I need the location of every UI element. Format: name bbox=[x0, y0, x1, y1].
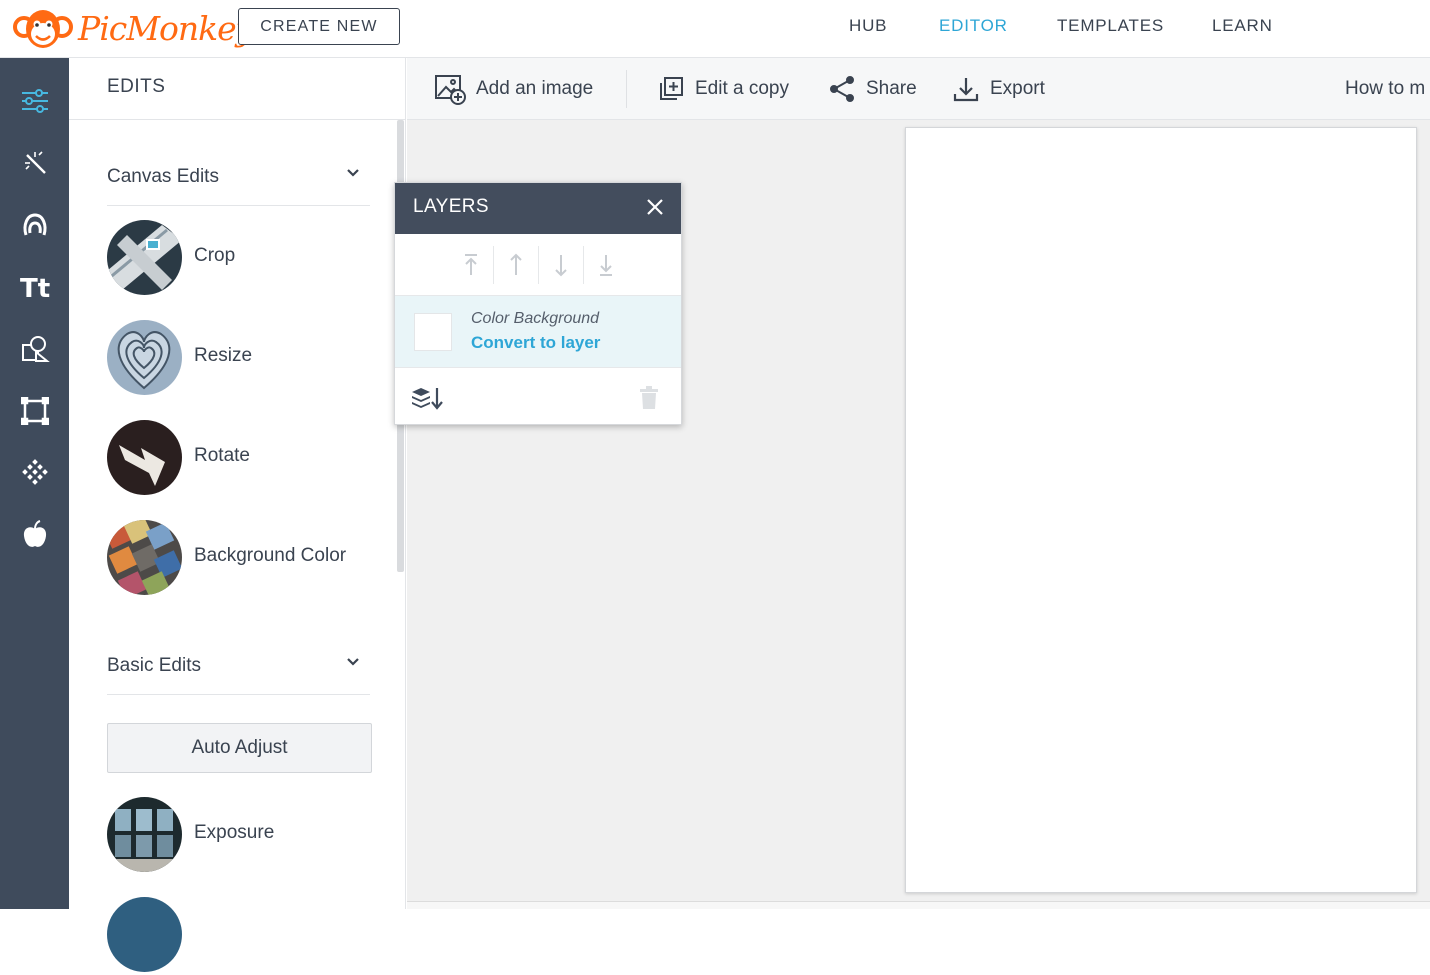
rotate-thumbnail bbox=[107, 420, 182, 495]
toolbar-divider bbox=[626, 70, 627, 108]
share-button[interactable]: Share bbox=[828, 58, 917, 120]
tool-background-color[interactable]: Background Color bbox=[107, 520, 367, 598]
layer-color-swatch bbox=[414, 313, 452, 351]
edit-copy-button[interactable]: Edit a copy bbox=[657, 58, 789, 120]
duplicate-icon bbox=[660, 77, 683, 100]
layers-header[interactable]: LAYERS bbox=[395, 183, 681, 234]
add-image-label: Add an image bbox=[476, 78, 594, 99]
convert-to-layer-link[interactable]: Convert to layer bbox=[471, 333, 600, 353]
layers-title: LAYERS bbox=[413, 196, 489, 217]
exposure-thumbnail bbox=[107, 797, 182, 872]
layer-stack-sort-icon[interactable] bbox=[411, 386, 443, 410]
create-new-button[interactable]: CREATE NEW bbox=[238, 8, 400, 45]
send-to-back-button[interactable] bbox=[591, 250, 621, 280]
section-title: Canvas Edits bbox=[107, 166, 219, 187]
crop-thumbnail bbox=[107, 220, 182, 295]
arrow-to-bottom-icon bbox=[600, 255, 612, 276]
layers-panel: LAYERS Color Background Convert to layer bbox=[394, 182, 682, 425]
chevron-down-icon bbox=[347, 658, 359, 666]
auto-adjust-button[interactable]: Auto Adjust bbox=[107, 723, 372, 773]
sliders-icon bbox=[21, 89, 48, 113]
divider bbox=[583, 246, 584, 284]
svg-text:Tt: Tt bbox=[20, 274, 50, 301]
arrow-to-top-icon bbox=[465, 254, 477, 275]
rail-touch-up[interactable] bbox=[0, 194, 69, 256]
export-label: Export bbox=[990, 78, 1045, 99]
bring-to-front-button[interactable] bbox=[456, 250, 486, 280]
layers-footer bbox=[395, 368, 681, 424]
resize-thumbnail bbox=[107, 320, 182, 395]
rail-themes[interactable] bbox=[0, 504, 69, 566]
close-icon[interactable] bbox=[645, 197, 665, 217]
share-label: Share bbox=[866, 78, 917, 99]
how-to-link[interactable]: How to m bbox=[1345, 58, 1425, 120]
rail-edits[interactable] bbox=[0, 70, 69, 132]
section-basic-edits[interactable]: Basic Edits bbox=[107, 635, 370, 695]
share-icon bbox=[830, 76, 854, 102]
rail-frames[interactable] bbox=[0, 380, 69, 442]
trash-icon[interactable] bbox=[639, 386, 659, 410]
export-button[interactable]: Export bbox=[952, 58, 1045, 120]
section-canvas-edits[interactable]: Canvas Edits bbox=[107, 146, 370, 206]
tool-label: Rotate bbox=[194, 445, 250, 466]
shapes-icon bbox=[21, 336, 50, 362]
image-canvas[interactable] bbox=[905, 127, 1417, 893]
layer-name: Color Background bbox=[471, 310, 600, 327]
tool-rotate[interactable]: Rotate bbox=[107, 420, 367, 498]
move-down-button[interactable] bbox=[546, 250, 576, 280]
texture-icon bbox=[21, 459, 48, 485]
top-bar: PicMonkey CREATE NEW HUB EDITOR TEMPLATE… bbox=[0, 0, 1430, 58]
edits-header: EDITS bbox=[69, 58, 406, 120]
edits-title: EDITS bbox=[107, 76, 166, 97]
tool-label: Resize bbox=[194, 345, 253, 366]
logo-wordmark: PicMonkey bbox=[78, 8, 254, 48]
background-color-thumbnail bbox=[107, 520, 182, 595]
face-icon bbox=[23, 213, 46, 236]
move-up-button[interactable] bbox=[501, 250, 531, 280]
tool-resize[interactable]: Resize bbox=[107, 320, 367, 398]
picmonkey-logo[interactable]: PicMonkey bbox=[12, 4, 254, 52]
tool-rail: Tt bbox=[0, 58, 69, 909]
nav-hub[interactable]: HUB bbox=[849, 16, 887, 36]
tool-label: Crop bbox=[194, 245, 236, 266]
layer-item-background[interactable]: Color Background Convert to layer bbox=[395, 296, 681, 368]
frame-icon bbox=[20, 397, 49, 425]
text-icon: Tt bbox=[20, 274, 50, 301]
tool-label: Background Color bbox=[194, 545, 347, 566]
rail-text[interactable]: Tt bbox=[0, 256, 69, 318]
rail-textures[interactable] bbox=[0, 442, 69, 504]
layer-order-controls bbox=[395, 234, 681, 296]
add-image-button[interactable]: Add an image bbox=[434, 58, 593, 120]
editor-toolbar: Add an image Edit a copy Share Export Ho… bbox=[407, 58, 1430, 120]
rail-graphics[interactable] bbox=[0, 318, 69, 380]
chevron-down-icon bbox=[347, 169, 359, 177]
divider bbox=[538, 246, 539, 284]
section-title: Basic Edits bbox=[107, 655, 201, 676]
nav-learn[interactable]: LEARN bbox=[1212, 16, 1273, 36]
download-icon bbox=[953, 78, 979, 102]
add-image-icon bbox=[435, 75, 466, 105]
tool-exposure[interactable]: Exposure bbox=[107, 797, 367, 875]
magic-wand-icon bbox=[24, 151, 46, 174]
apple-icon bbox=[23, 520, 46, 547]
rail-effects[interactable] bbox=[0, 132, 69, 194]
monkey-logo-icon bbox=[13, 10, 73, 48]
edits-panel: EDITS Canvas Edits Crop Resize Rotate Ba… bbox=[69, 58, 406, 972]
arrow-up-icon bbox=[510, 253, 522, 275]
tool-crop[interactable]: Crop bbox=[107, 220, 367, 298]
arrow-down-icon bbox=[555, 255, 567, 277]
divider bbox=[493, 246, 494, 284]
tool-label: Exposure bbox=[194, 822, 275, 843]
workspace-bottom-bar bbox=[407, 901, 1430, 909]
nav-templates[interactable]: TEMPLATES bbox=[1057, 16, 1164, 36]
how-to-label: How to m bbox=[1345, 78, 1426, 99]
partial-thumbnail bbox=[107, 897, 182, 972]
nav-editor[interactable]: EDITOR bbox=[939, 16, 1008, 36]
edit-copy-label: Edit a copy bbox=[695, 78, 789, 99]
